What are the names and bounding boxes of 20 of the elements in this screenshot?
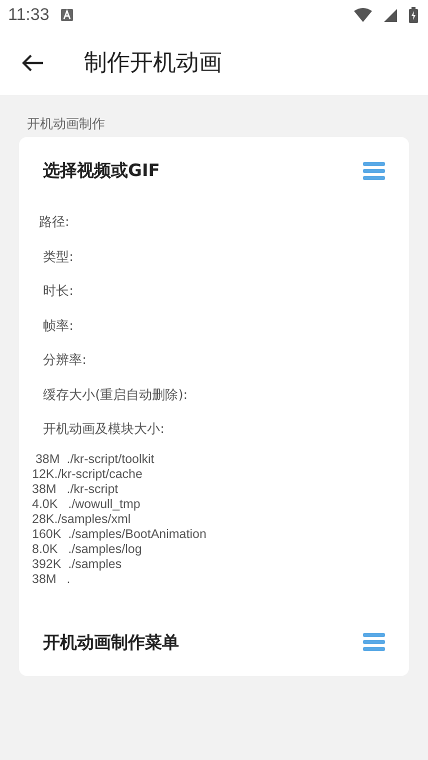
info-label: 类型: (42, 248, 75, 266)
info-label: 开机动画及模块大小: (42, 421, 166, 439)
section-label: 开机动画制作 (27, 116, 106, 133)
info-label: 路径: (39, 214, 70, 232)
back-icon[interactable] (22, 54, 44, 72)
signal-icon (384, 8, 397, 22)
card-title: 选择视频或GIF (43, 160, 160, 182)
status-time: 11:33 (8, 5, 50, 25)
info-label: 缓存大小(重启自动删除): (42, 386, 189, 404)
page-title: 制作开机动画 (84, 49, 222, 78)
info-label: 帧率: (42, 318, 75, 336)
wifi-icon (354, 8, 372, 22)
menu-icon[interactable] (363, 160, 385, 180)
menu-icon[interactable] (363, 632, 385, 652)
info-label: 时长: (42, 283, 75, 301)
size-output: 38M ./kr-script/toolkit 12K./kr-script/cache 38M ./kr-script 4.0K ./wowull_tmp 28K./samples/xml 160K ./samples/BootAnimation 8.0K ./samples/log 392K ./samples 38M . (32, 452, 208, 586)
info-label: 分辨率: (42, 352, 88, 370)
battery-icon (409, 7, 418, 23)
menu-title: 开机动画制作菜单 (43, 632, 179, 654)
notification-icon (61, 9, 74, 21)
